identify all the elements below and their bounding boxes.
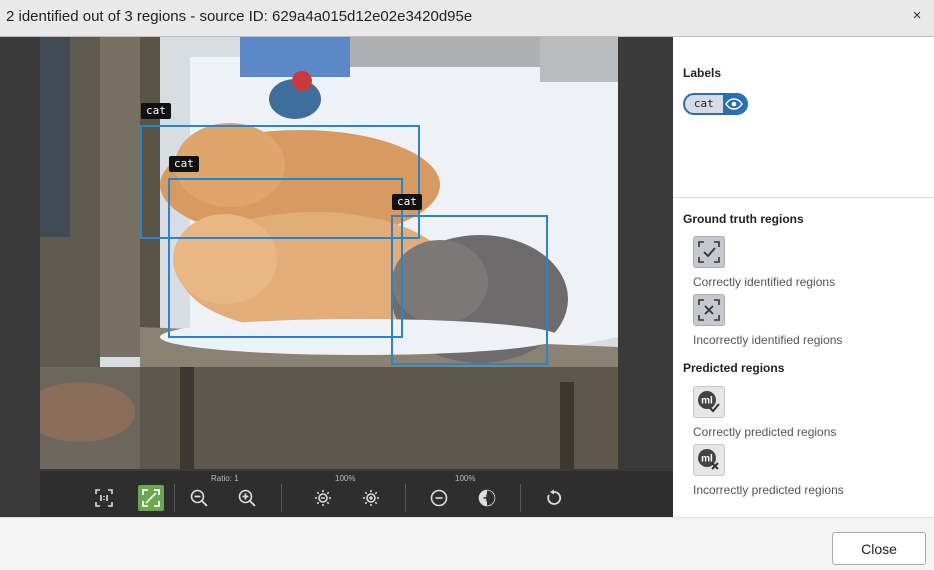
section-divider <box>673 197 934 198</box>
image-viewer: cat cat cat Ratio: 1 100% 100% <box>0 37 673 517</box>
ml-correct-icon: ml <box>693 386 725 418</box>
ml-incorrect-text: Incorrectly predicted regions <box>693 483 844 497</box>
brightness-up-button[interactable] <box>358 485 384 511</box>
fit-to-screen-button[interactable] <box>138 485 164 511</box>
correct-region-text: Correctly identified regions <box>693 275 836 289</box>
toolbar-separator <box>174 484 175 512</box>
incorrect-region-icon <box>693 294 725 326</box>
ground-truth-heading: Ground truth regions <box>683 212 804 226</box>
label-chip-text: cat <box>693 97 714 110</box>
contrast-down-icon <box>430 489 448 507</box>
brightness-up-icon <box>363 490 379 506</box>
zoom-out-icon <box>190 489 208 507</box>
contrast-down-button[interactable] <box>426 485 452 511</box>
contrast-up-button[interactable] <box>474 485 500 511</box>
zoom-in-button[interactable] <box>234 485 260 511</box>
toolbar-separator <box>405 484 406 512</box>
incorrect-region-text: Incorrectly identified regions <box>693 333 843 347</box>
predicted-heading: Predicted regions <box>683 361 785 375</box>
toolbar-separator <box>520 484 521 512</box>
modal-footer: Close <box>0 517 934 570</box>
toolbar-separator <box>281 484 282 512</box>
region-box[interactable] <box>391 215 548 365</box>
brightness-down-icon <box>315 490 331 506</box>
source-image[interactable]: cat cat cat <box>40 37 618 469</box>
ratio-caption: Ratio: 1 <box>211 474 239 483</box>
labels-heading: Labels <box>683 66 722 80</box>
region-label: cat <box>141 103 171 119</box>
zoom-in-icon <box>238 489 256 507</box>
correct-region-icon <box>693 236 725 268</box>
svg-text:ml: ml <box>701 454 713 465</box>
eye-icon <box>725 98 744 110</box>
ml-correct-text: Correctly predicted regions <box>693 425 837 439</box>
reset-button[interactable] <box>541 485 567 511</box>
region-label: cat <box>392 194 422 210</box>
close-icon[interactable]: × <box>910 7 924 25</box>
label-chip-cat[interactable]: cat <box>683 93 748 115</box>
visibility-toggle[interactable] <box>722 95 746 113</box>
close-button[interactable]: Close <box>832 532 926 565</box>
ml-incorrect-icon: ml <box>693 444 725 476</box>
zoom-out-button[interactable] <box>186 485 212 511</box>
reset-icon <box>547 489 562 505</box>
brightness-caption: 100% <box>335 474 356 483</box>
modal-header: 2 identified out of 3 regions - source I… <box>0 0 934 37</box>
svg-text:ml: ml <box>701 396 713 407</box>
legend-panel: Labels cat Ground truth regions Correctl… <box>673 37 934 517</box>
region-box[interactable] <box>168 178 403 338</box>
brightness-down-button[interactable] <box>310 485 336 511</box>
region-label: cat <box>169 156 199 172</box>
fit-to-screen-icon <box>142 489 160 507</box>
viewer-toolbar: Ratio: 1 100% 100% <box>40 471 673 517</box>
actual-size-icon <box>95 489 113 507</box>
contrast-caption: 100% <box>455 474 476 483</box>
actual-size-button[interactable] <box>91 485 117 511</box>
modal-title: 2 identified out of 3 regions - source I… <box>6 8 473 25</box>
contrast-up-icon <box>478 489 496 507</box>
